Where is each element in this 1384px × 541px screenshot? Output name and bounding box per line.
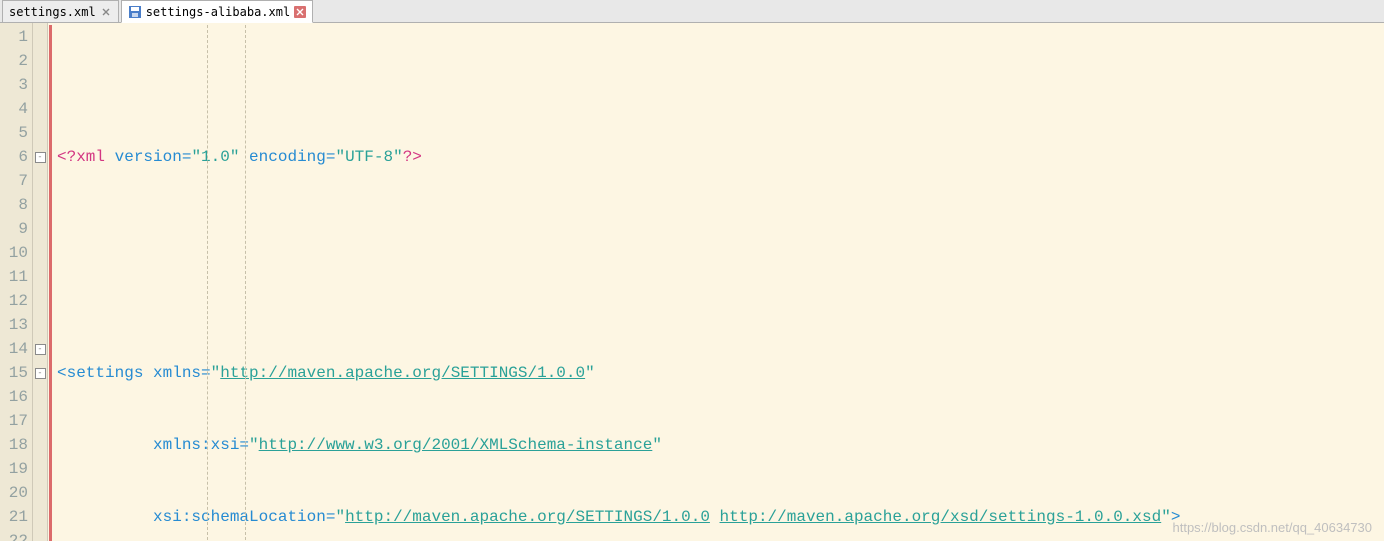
close-icon[interactable] [100, 6, 112, 18]
change-marker [49, 97, 52, 121]
line-number: 3 [0, 73, 28, 97]
line-number: 4 [0, 97, 28, 121]
change-marker [49, 217, 52, 241]
code-line: <settings xmlns="http://maven.apache.org… [57, 361, 1384, 385]
fold-toggle-icon[interactable]: - [35, 152, 46, 163]
fold-slot [33, 289, 47, 313]
line-number: 16 [0, 385, 28, 409]
fold-slot [33, 529, 47, 541]
change-marker [49, 529, 52, 541]
indent-guide [245, 25, 246, 540]
change-marker [49, 433, 52, 457]
fold-slot [33, 241, 47, 265]
line-number: 22 [0, 529, 28, 541]
change-marker [49, 265, 52, 289]
fold-slot: - [33, 145, 47, 169]
fold-slot [33, 313, 47, 337]
change-marker [49, 241, 52, 265]
fold-slot [33, 481, 47, 505]
change-marker [49, 361, 52, 385]
fold-slot [33, 505, 47, 529]
fold-slot [33, 457, 47, 481]
watermark-text: https://blog.csdn.net/qq_40634730 [1173, 520, 1373, 535]
tab-settings-alibaba-xml[interactable]: settings-alibaba.xml [121, 0, 314, 23]
fold-gutter[interactable]: - - - [33, 23, 48, 541]
change-marker [49, 25, 52, 49]
change-marker [49, 313, 52, 337]
line-number-gutter: 12345678910111213141516171819202122 [0, 23, 33, 541]
fold-slot [33, 97, 47, 121]
tab-label: settings-alibaba.xml [146, 5, 291, 19]
line-number: 20 [0, 481, 28, 505]
fold-slot [33, 25, 47, 49]
fold-slot [33, 73, 47, 97]
change-marker [49, 49, 52, 73]
line-number: 19 [0, 457, 28, 481]
fold-toggle-icon[interactable]: - [35, 368, 46, 379]
code-editor[interactable]: 12345678910111213141516171819202122 --- … [0, 23, 1384, 541]
change-marker [49, 409, 52, 433]
line-number: 9 [0, 217, 28, 241]
line-number: 2 [0, 49, 28, 73]
line-number: 11 [0, 265, 28, 289]
line-number: 6 [0, 145, 28, 169]
fold-slot [33, 169, 47, 193]
line-number: 13 [0, 313, 28, 337]
fold-slot [33, 49, 47, 73]
fold-slot: - [33, 337, 47, 361]
line-number: 14 [0, 337, 28, 361]
change-marker [49, 169, 52, 193]
save-icon [128, 5, 142, 19]
change-marker [49, 289, 52, 313]
fold-slot [33, 193, 47, 217]
fold-slot [33, 433, 47, 457]
code-line [57, 289, 1384, 313]
fold-slot [33, 265, 47, 289]
code-line: xmlns:xsi="http://www.w3.org/2001/XMLSch… [57, 433, 1384, 457]
fold-slot [33, 409, 47, 433]
fold-toggle-icon[interactable]: - [35, 344, 46, 355]
line-number: 1 [0, 25, 28, 49]
change-marker [49, 121, 52, 145]
line-number: 5 [0, 121, 28, 145]
line-number: 21 [0, 505, 28, 529]
indent-guide [207, 25, 208, 540]
tab-settings-xml[interactable]: settings.xml [2, 0, 119, 22]
fold-slot [33, 217, 47, 241]
change-marker [49, 505, 52, 529]
line-number: 7 [0, 169, 28, 193]
line-number: 12 [0, 289, 28, 313]
change-marker [49, 457, 52, 481]
fold-slot [33, 385, 47, 409]
change-marker [49, 385, 52, 409]
line-number: 18 [0, 433, 28, 457]
change-marker [49, 73, 52, 97]
close-icon[interactable] [294, 6, 306, 18]
fold-slot [33, 121, 47, 145]
change-marker [49, 337, 52, 361]
line-number: 8 [0, 193, 28, 217]
tab-label: settings.xml [9, 5, 96, 19]
tab-bar: settings.xml settings-alibaba.xml [0, 0, 1384, 23]
line-number: 17 [0, 409, 28, 433]
code-area[interactable]: <?xml version="1.0" encoding="UTF-8"?> <… [53, 23, 1384, 541]
code-line [57, 217, 1384, 241]
code-line: <?xml version="1.0" encoding="UTF-8"?> [57, 145, 1384, 169]
line-number: 15 [0, 361, 28, 385]
change-marker [49, 481, 52, 505]
change-marker [49, 145, 52, 169]
fold-slot: - [33, 361, 47, 385]
change-marker [49, 193, 52, 217]
line-number: 10 [0, 241, 28, 265]
